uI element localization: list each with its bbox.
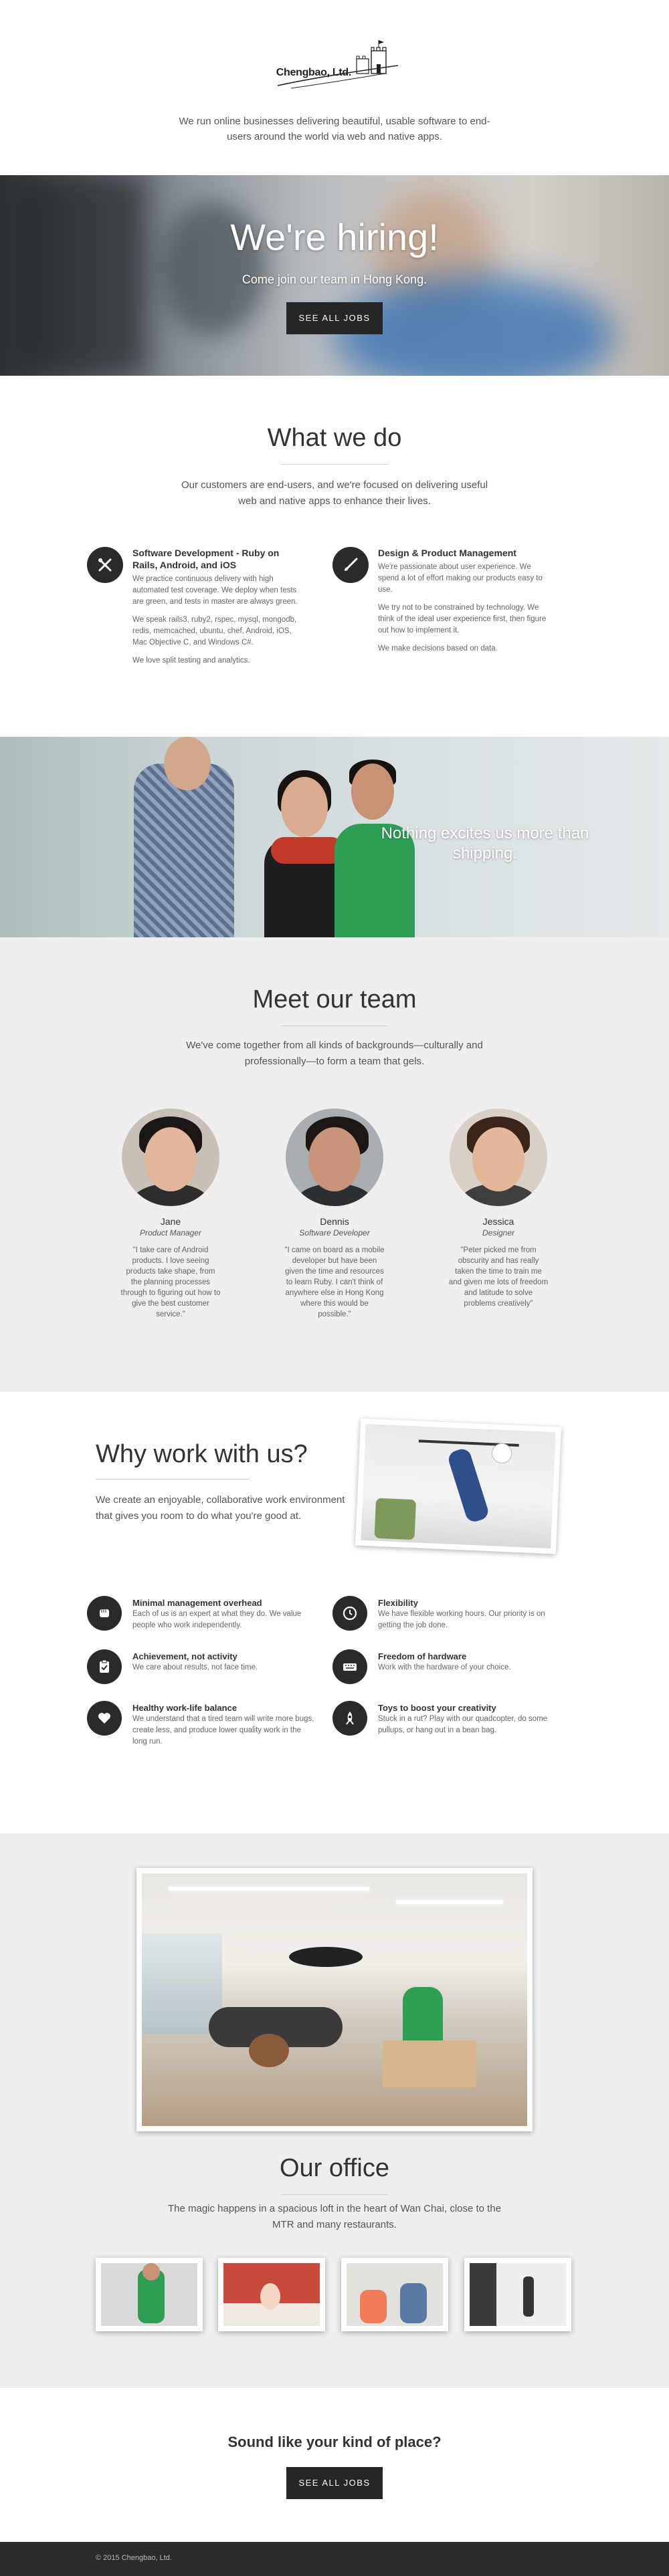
call-to-action-section: Sound like your kind of place? SEE ALL J… — [0, 2388, 669, 2542]
perk-title: Freedom of hardware — [378, 1651, 467, 1661]
title-divider — [96, 1479, 250, 1480]
site-footer: © 2015 Chengbao, Ltd. — [0, 2542, 669, 2576]
copyright-text: © 2015 Chengbao, Ltd. — [96, 2554, 172, 2562]
feature-design-product: Design & Product Management We're passio… — [332, 547, 547, 661]
perk-title: Toys to boost your creativity — [378, 1703, 496, 1713]
section-lead: We've come together from all kinds of ba… — [186, 1040, 483, 1067]
title-divider — [281, 464, 388, 465]
member-role: Software Developer — [299, 1228, 370, 1238]
team-member-jessica: Jessica Designer "Peter picked me from o… — [448, 1108, 549, 1309]
feature-title: Design & Product Management — [378, 548, 516, 558]
cta-title: Sound like your kind of place? — [227, 2434, 442, 2450]
perk-text: We understand that a tired team will wri… — [132, 1715, 314, 1746]
office-thumbnail-3[interactable] — [341, 2258, 448, 2331]
feature-text: We make decisions based on data. — [378, 645, 498, 653]
feature-text: We try not to be constrained by technolo… — [378, 604, 547, 634]
office-thumbnail-2[interactable] — [218, 2258, 325, 2331]
member-name: Dennis — [320, 1216, 349, 1227]
clipboard-icon — [87, 1649, 122, 1684]
site-header: Chengbao, Ltd. We run online businesses … — [0, 0, 669, 175]
perk-toys: Toys to boost your creativity Stuck in a… — [332, 1701, 560, 1736]
section-title: Why work with us? — [96, 1440, 308, 1468]
member-role: Product Manager — [139, 1228, 202, 1238]
member-quote: "I came on board as a mobile developer b… — [284, 1246, 385, 1318]
banner-photo-person — [281, 777, 328, 837]
member-quote: "Peter picked me from obscurity and has … — [448, 1246, 549, 1308]
office-photo — [136, 1868, 533, 2131]
member-quote: "I take care of Android products. I love… — [120, 1246, 221, 1318]
clock-icon — [332, 1596, 367, 1631]
careers-page: Chengbao, Ltd. We run online businesses … — [0, 0, 669, 2576]
office-thumbnail-1[interactable] — [96, 2258, 203, 2331]
feature-text: We speak rails3, ruby2, rspec, mysql, mo… — [132, 616, 297, 647]
member-role: Designer — [482, 1228, 515, 1238]
section-lead: Our customers are end-users, and we're f… — [181, 479, 488, 507]
banner-photo-person — [164, 737, 211, 790]
section-lead: The magic happens in a spacious loft in … — [167, 2203, 502, 2230]
section-title: What we do — [267, 424, 402, 452]
perk-achievement: Achievement, not activity We care about … — [87, 1649, 314, 1684]
why-work-with-us-section: Why work with us? We create an enjoyable… — [0, 1392, 669, 1833]
castle-logo-icon — [277, 40, 399, 89]
perk-title: Healthy work-life balance — [132, 1703, 237, 1713]
feature-text: We practice continuous delivery with hig… — [132, 575, 298, 606]
keyboard-icon — [332, 1649, 367, 1684]
tools-icon — [87, 547, 123, 583]
office-section: Our office The magic happens in a spacio… — [0, 1833, 669, 2388]
member-name: Jane — [160, 1216, 181, 1227]
team-section: Meet our team We've come together from a… — [0, 937, 669, 1392]
hero-subtitle: Come join our team in Hong Kong. — [242, 273, 427, 286]
paintbrush-icon — [332, 547, 369, 583]
banner-text: Nothing excites us more than shipping. — [381, 824, 589, 862]
rocket-icon — [332, 1701, 367, 1736]
banner-photo-person — [271, 837, 345, 864]
team-member-dennis: Dennis Software Developer "I came on boa… — [284, 1108, 385, 1320]
perk-text: We have flexible working hours. Our prio… — [378, 1610, 545, 1629]
section-title: Meet our team — [252, 985, 417, 1014]
member-name: Jessica — [482, 1216, 514, 1227]
team-member-jane: Jane Product Manager "I take care of And… — [120, 1108, 221, 1320]
fist-icon — [87, 1596, 122, 1631]
perk-freedom-of-hardware: Freedom of hardware Work with the hardwa… — [332, 1649, 560, 1684]
section-title: Our office — [279, 2154, 390, 2182]
company-tagline: We run online businesses delivering beau… — [179, 116, 490, 142]
section-lead: We create an enjoyable, collaborative wo… — [96, 1494, 345, 1522]
hero-banner: We're hiring! Come join our team in Hong… — [0, 175, 669, 376]
banner-photo-person — [351, 764, 394, 820]
perk-text: Each of us is an expert at what they do.… — [132, 1610, 302, 1629]
perk-work-life-balance: Healthy work-life balance We understand … — [87, 1701, 314, 1748]
office-thumbnail-4[interactable] — [464, 2258, 571, 2331]
feature-text: We're passionate about user experience. … — [378, 563, 543, 594]
company-logo[interactable]: Chengbao, Ltd. — [271, 39, 405, 99]
title-divider — [281, 2194, 388, 2195]
avatar — [122, 1108, 219, 1206]
perk-title: Flexibility — [378, 1598, 418, 1608]
perk-title: Minimal management overhead — [132, 1598, 262, 1608]
heart-icon — [87, 1701, 122, 1736]
perk-minimal-management: Minimal management overhead Each of us i… — [87, 1596, 314, 1631]
feature-text: We love split testing and analytics. — [132, 657, 250, 665]
hero-title: We're hiring! — [230, 216, 439, 258]
shipping-banner: Nothing excites us more than shipping. — [0, 737, 669, 937]
perk-title: Achievement, not activity — [132, 1651, 237, 1661]
pullup-photo — [355, 1418, 562, 1554]
avatar — [450, 1108, 547, 1206]
feature-title: Software Development - Ruby on Rails, An… — [132, 548, 280, 570]
feature-software-development: Software Development - Ruby on Rails, An… — [87, 547, 301, 673]
avatar — [286, 1108, 383, 1206]
perk-text: Stuck in a rut? Play with our quadcopter… — [378, 1715, 548, 1734]
perk-text: Work with the hardware of your choice. — [378, 1663, 511, 1671]
see-all-jobs-button[interactable]: SEE ALL JOBS — [286, 302, 383, 334]
what-we-do-section: What we do Our customers are end-users, … — [0, 376, 669, 737]
see-all-jobs-button[interactable]: SEE ALL JOBS — [286, 2467, 383, 2499]
perk-text: We care about results, not face time. — [132, 1663, 258, 1671]
perk-flexibility: Flexibility We have flexible working hou… — [332, 1596, 560, 1631]
